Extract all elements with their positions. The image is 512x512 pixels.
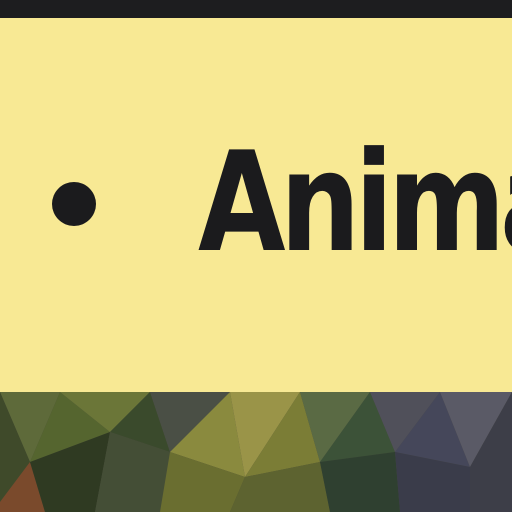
list-item-heading: Anima: [198, 133, 512, 283]
banner: Anima: [0, 18, 512, 392]
bullet-icon: [52, 182, 96, 226]
top-bar: [0, 0, 512, 18]
list-item[interactable]: Anima: [0, 133, 512, 283]
polygon-artwork-image: [0, 392, 512, 512]
